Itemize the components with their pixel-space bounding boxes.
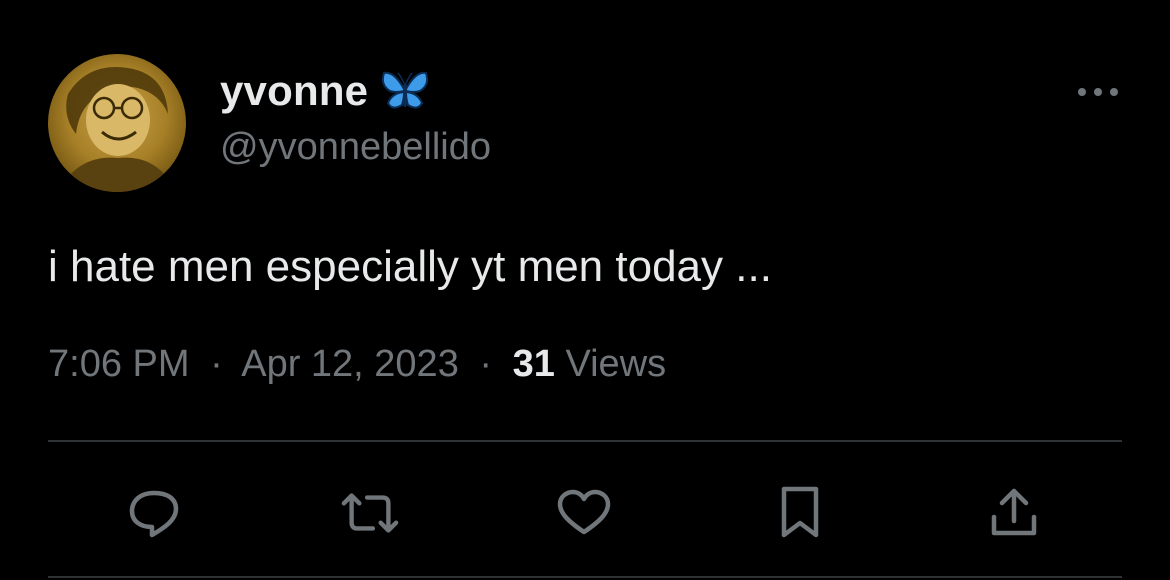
like-button[interactable] [554, 484, 614, 542]
author-display-name[interactable]: yvonne [220, 67, 368, 115]
views-label: Views [565, 343, 667, 385]
tweet-date[interactable]: Apr 12, 2023 [241, 343, 459, 385]
more-dots-icon [1078, 88, 1118, 96]
divider [48, 576, 1122, 578]
repost-arrows-icon [341, 493, 399, 533]
tweet-meta: 7:06 PM · Apr 12, 2023 · 31 Views [48, 343, 666, 386]
heart-icon [557, 489, 611, 535]
bookmark-icon [781, 486, 819, 538]
avatar[interactable] [48, 54, 186, 192]
tweet-card: yvonne @yvonnebellido i hate men especia… [0, 0, 1170, 580]
reply-button[interactable] [124, 484, 184, 542]
bookmark-button[interactable] [770, 484, 830, 542]
comment-bubble-icon [129, 490, 179, 538]
meta-separator: · [210, 343, 223, 385]
share-upload-icon [991, 488, 1037, 536]
author-handle[interactable]: @yvonnebellido [220, 126, 491, 169]
divider [48, 440, 1122, 442]
tweet-time[interactable]: 7:06 PM [48, 343, 190, 385]
share-button[interactable] [984, 484, 1044, 542]
author-name-row: yvonne [220, 66, 430, 116]
meta-separator: · [479, 343, 493, 385]
butterfly-emoji-icon [380, 69, 430, 113]
views-count: 31 [512, 343, 555, 385]
repost-button[interactable] [340, 484, 400, 542]
avatar-image [48, 54, 186, 192]
tweet-text: i hate men especially yt men today ... [48, 242, 772, 291]
more-options-button[interactable] [1074, 78, 1122, 106]
